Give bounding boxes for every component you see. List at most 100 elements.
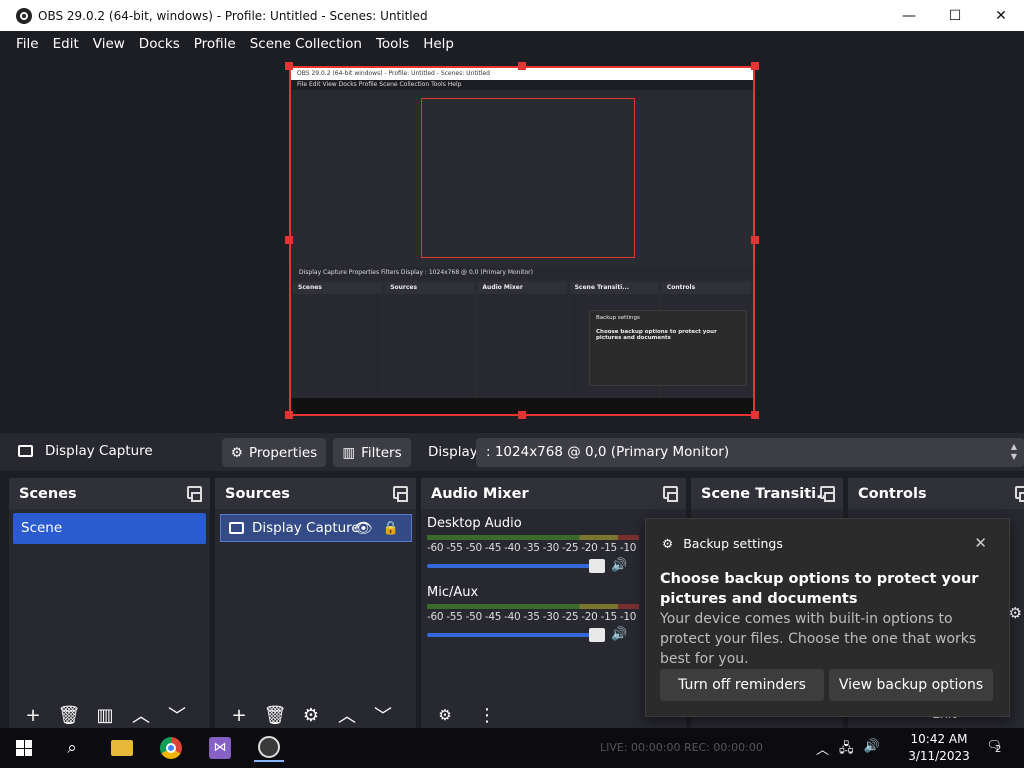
source-toolbar: Display Capture ⚙ Properties ▥ Filters D…: [0, 433, 1024, 471]
visual-studio-icon[interactable]: ⋈: [205, 734, 235, 762]
more-options-icon[interactable]: ⋮: [473, 703, 501, 727]
properties-label: Properties: [248, 444, 318, 461]
eye-icon[interactable]: 👁: [354, 519, 373, 537]
menu-profile[interactable]: Profile: [187, 36, 243, 52]
search-icon[interactable]: ⌕: [57, 734, 87, 762]
undock-icon[interactable]: [187, 486, 202, 502]
mini-source-bar: Display Capture Properties Filters Displ…: [291, 266, 753, 280]
clock[interactable]: 10:42 AM 3/11/2023: [905, 731, 973, 765]
turn-off-reminders-button[interactable]: Turn off reminders: [660, 669, 824, 701]
scenes-title: Scenes: [19, 485, 77, 502]
resize-handle[interactable]: [518, 62, 526, 70]
gear-icon: ⚙: [662, 536, 674, 551]
gear-icon: ⚙: [230, 444, 243, 461]
toast-title: Choose backup options to protect your pi…: [660, 571, 979, 607]
resize-handle[interactable]: [751, 411, 759, 419]
sources-dock-header: Sources: [215, 478, 416, 509]
preview-canvas[interactable]: OBS 29.0.2 (64-bit windows) - Profile: U…: [289, 66, 755, 416]
volume-slider[interactable]: [427, 627, 605, 642]
lock-icon[interactable]: 🔒: [383, 521, 399, 536]
volume-icon[interactable]: 🔊: [864, 739, 880, 761]
filters-icon[interactable]: ▥: [91, 703, 119, 727]
chevron-up-icon[interactable]: ︿: [333, 703, 361, 727]
resize-handle[interactable]: [518, 411, 526, 419]
clock-time: 10:42 AM: [910, 732, 968, 746]
clock-date: 3/11/2023: [908, 749, 970, 763]
slider-knob[interactable]: [589, 558, 605, 573]
menu-help[interactable]: Help: [416, 36, 461, 52]
source-item[interactable]: Display Capture 👁 🔒: [220, 514, 412, 542]
menu-view[interactable]: View: [86, 36, 132, 52]
menu-docks[interactable]: Docks: [132, 36, 187, 52]
volume-meter: [427, 535, 639, 540]
monitor-icon: [229, 522, 244, 534]
minimize-button[interactable]: —: [886, 0, 932, 31]
chevron-down-icon[interactable]: ﹀: [369, 703, 397, 727]
undock-icon[interactable]: [663, 486, 678, 502]
network-icon[interactable]: 🖧: [839, 739, 854, 761]
mini-toast: Backup settings Choose backup options to…: [589, 310, 747, 386]
add-scene-button[interactable]: +: [19, 703, 47, 727]
mini-dock-title: Sources: [385, 282, 475, 294]
scene-item[interactable]: Scene: [13, 513, 206, 544]
toast-header-label: Backup settings: [683, 536, 783, 551]
notifications-button[interactable]: 🗨 2: [983, 738, 1005, 758]
mini-preview: [421, 98, 635, 258]
scenes-dock: Scenes Scene + 🗑 ▥ ︿ ﹀: [9, 478, 210, 730]
mini-dock-title: Controls: [661, 282, 752, 294]
close-button[interactable]: ✕: [978, 0, 1024, 31]
toast-header: ⚙ Backup settings: [662, 536, 783, 551]
slider-knob[interactable]: [589, 627, 605, 642]
gear-icon[interactable]: ⚙: [1009, 604, 1022, 622]
properties-button[interactable]: ⚙ Properties: [222, 438, 326, 467]
notification-count: 2: [995, 744, 1002, 755]
undock-icon[interactable]: [393, 486, 408, 502]
menu-tools[interactable]: Tools: [369, 36, 416, 52]
taskbar: ⌕ ⋈ LIVE: 00:00:00 REC: 00:00:00 ︿ 🖧 🔊 1…: [0, 728, 1024, 768]
monitor-icon: [18, 445, 33, 457]
chevron-up-icon[interactable]: ︿: [127, 703, 155, 727]
title-bar: OBS 29.0.2 (64-bit, windows) - Profile: …: [0, 0, 1024, 31]
speaker-icon[interactable]: 🔊: [611, 558, 627, 573]
menu-edit[interactable]: Edit: [46, 36, 86, 52]
mini-dock-scenes: Scenes: [293, 282, 383, 400]
scenes-footer: + 🗑 ▥ ︿ ﹀: [9, 700, 210, 730]
chrome-icon[interactable]: [156, 734, 186, 762]
trash-icon[interactable]: 🗑: [261, 703, 289, 727]
speaker-icon[interactable]: 🔊: [611, 627, 627, 642]
volume-slider[interactable]: [427, 558, 605, 573]
trash-icon[interactable]: 🗑: [55, 703, 83, 727]
menu-file[interactable]: File: [9, 36, 46, 52]
gear-icon[interactable]: ⚙: [297, 703, 325, 727]
obs-taskbar-icon[interactable]: [254, 734, 284, 762]
add-source-button[interactable]: +: [225, 703, 253, 727]
spinner-arrows-icon: ▲ ▼: [1010, 442, 1018, 461]
transitions-header: Scene Transiti...: [691, 478, 843, 509]
chevron-down-icon[interactable]: ﹀: [163, 703, 191, 727]
meter-ticks: -60 -55 -50 -45 -40 -35 -30 -25 -20 -15 …: [427, 542, 637, 554]
source-item-label: Display Capture: [252, 520, 360, 536]
resize-handle[interactable]: [751, 236, 759, 244]
chevron-up-icon[interactable]: ︿: [816, 739, 829, 761]
file-explorer-icon[interactable]: [107, 734, 137, 762]
close-icon[interactable]: ✕: [974, 534, 987, 552]
resize-handle[interactable]: [751, 62, 759, 70]
undock-icon[interactable]: [1015, 486, 1024, 502]
stream-status: LIVE: 00:00:00 REC: 00:00:00: [600, 741, 763, 754]
transitions-title: Scene Transiti...: [701, 485, 833, 502]
audio-mixer-header: Audio Mixer: [421, 478, 686, 509]
mini-dock-title: Scenes: [293, 282, 383, 294]
controls-header: Controls: [848, 478, 1024, 509]
resize-handle[interactable]: [285, 411, 293, 419]
menu-scene-collection[interactable]: Scene Collection: [243, 36, 369, 52]
gear-icon[interactable]: ⚙: [431, 703, 459, 727]
display-select[interactable]: : 1024x768 @ 0,0 (Primary Monitor) ▲ ▼: [476, 438, 1024, 467]
resize-handle[interactable]: [285, 236, 293, 244]
start-button[interactable]: [9, 734, 39, 762]
maximize-button[interactable]: ☐: [932, 0, 978, 31]
resize-handle[interactable]: [285, 62, 293, 70]
filters-button[interactable]: ▥ Filters: [333, 438, 411, 467]
undock-icon[interactable]: [820, 486, 835, 502]
meter-ticks: -60 -55 -50 -45 -40 -35 -30 -25 -20 -15 …: [427, 611, 637, 623]
view-backup-options-button[interactable]: View backup options: [829, 669, 993, 701]
